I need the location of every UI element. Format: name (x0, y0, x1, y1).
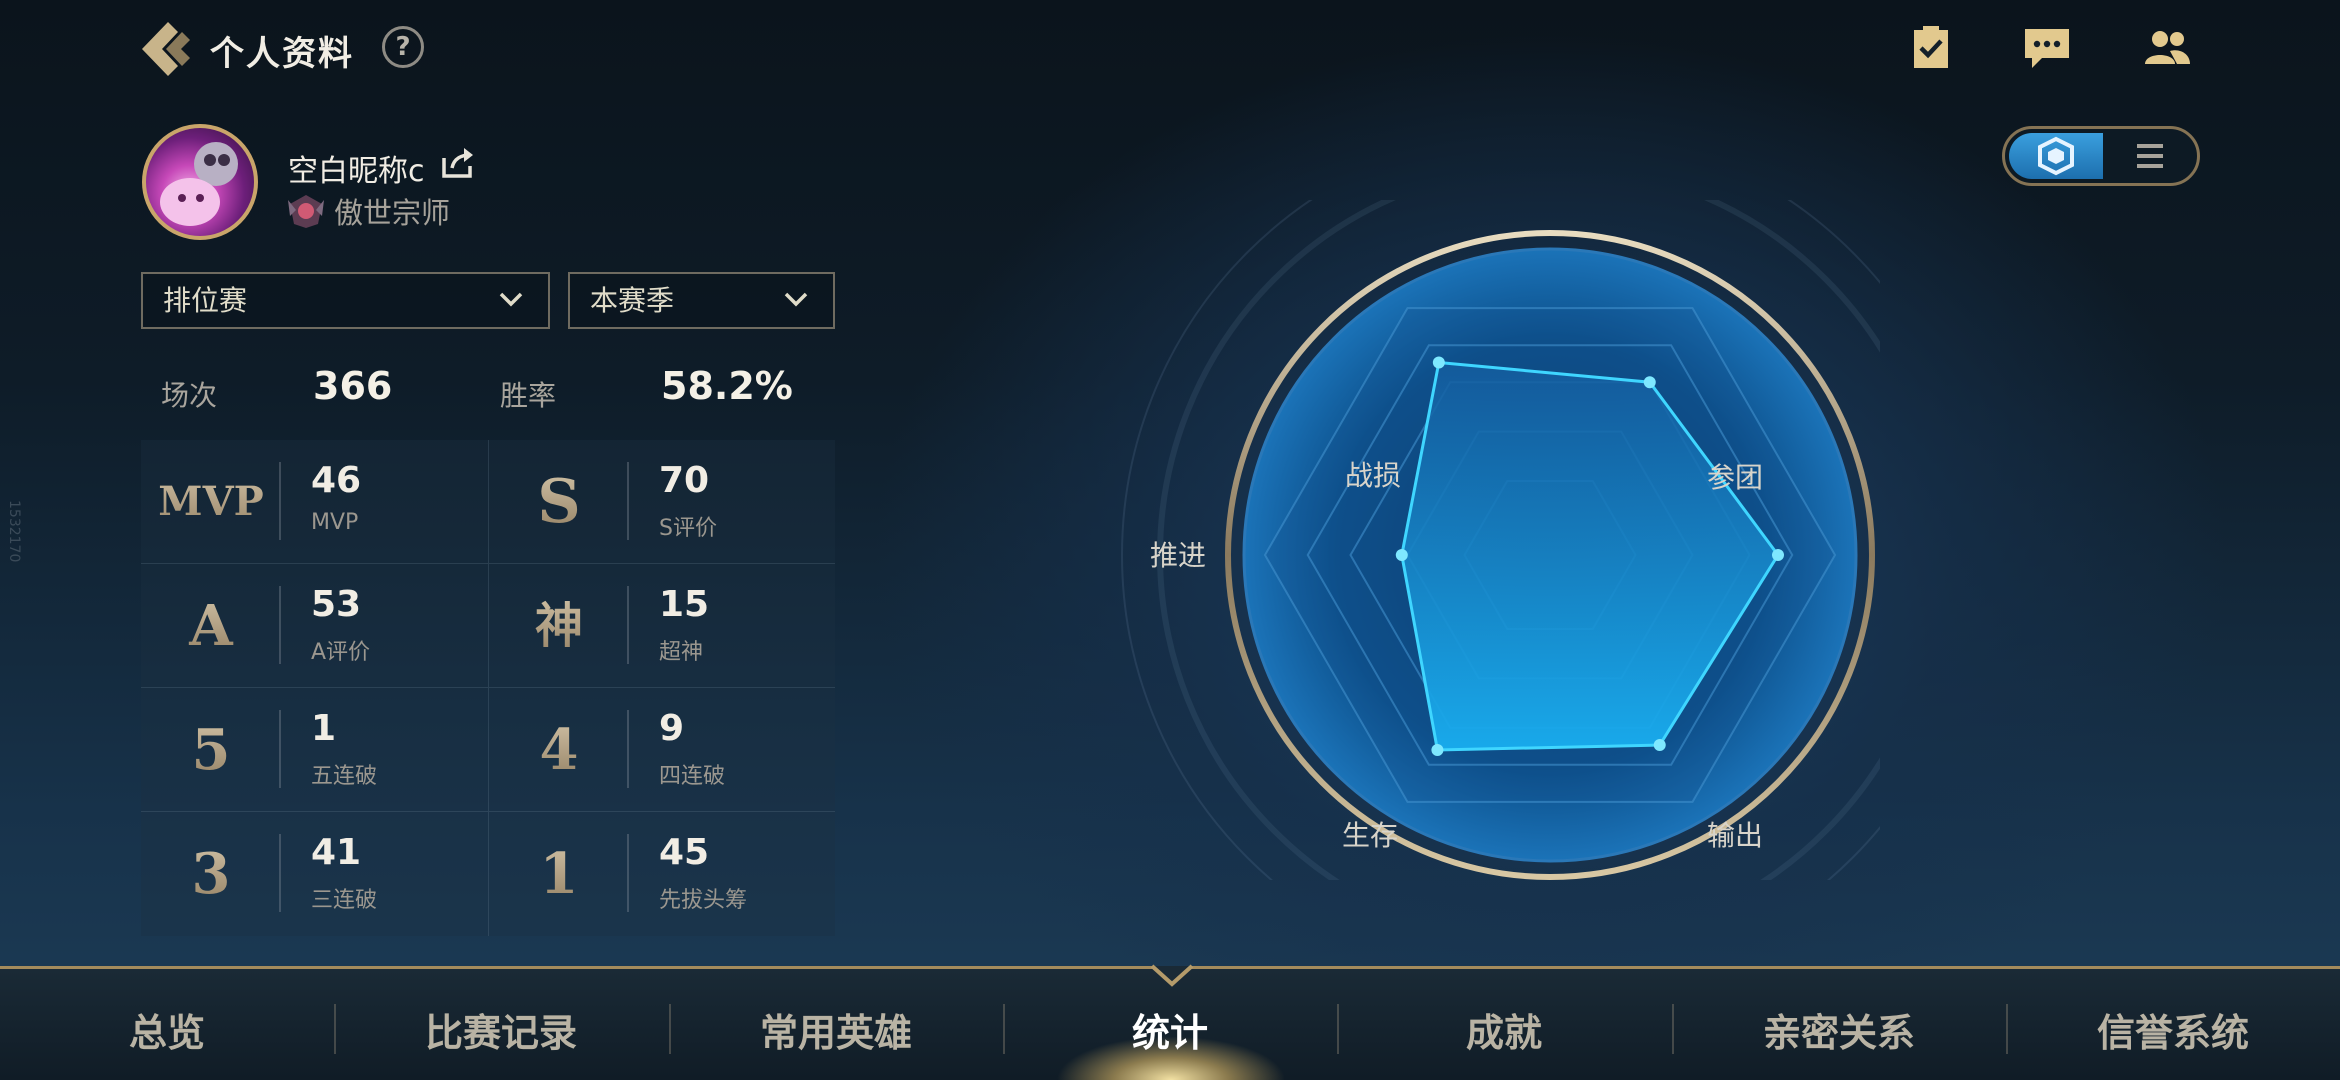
stat-cell-quadra-kill: 4 9 四连破 (488, 688, 835, 812)
stat-label: S评价 (659, 516, 717, 541)
stat-badge: MVP (141, 462, 281, 542)
radar-axis-label: 战损 (1345, 459, 1401, 492)
radar-axis-label: 参团 (1707, 461, 1763, 494)
winrate-value: 58.2% (661, 364, 793, 408)
nav-tab[interactable]: 统计 (1003, 1002, 1337, 1058)
nickname: 空白昵称c (288, 154, 425, 189)
rank-name: 傲世宗师 (334, 196, 451, 230)
share-icon[interactable] (440, 146, 476, 180)
stat-cell-first-blood: 1 45 先拔头筹 (488, 812, 835, 936)
radar-axis-label: 生存 (1342, 819, 1398, 852)
stat-label: 四连破 (659, 764, 726, 789)
stat-divider (279, 834, 281, 912)
stat-divider (279, 710, 281, 788)
stat-label: MVP (311, 510, 359, 535)
stat-value: 53 (311, 584, 362, 625)
stats-grid: MVP 46 MVP S 70 S评价 A 53 A评价 神 15 超神 5 1… (141, 440, 835, 936)
stat-label: 三连破 (311, 888, 378, 913)
stat-divider (279, 462, 281, 540)
chevron-down-icon (784, 292, 808, 307)
stat-value: 41 (311, 832, 362, 873)
view-toggle (2002, 126, 2200, 186)
nav-separator (1672, 1004, 1674, 1054)
radar-point (1772, 549, 1784, 561)
radar-view-button[interactable] (2009, 133, 2103, 179)
nav-tab[interactable]: 信誉系统 (2006, 1002, 2340, 1058)
matches-label: 场次 (161, 379, 218, 412)
stat-value: 15 (659, 584, 710, 625)
stat-value: 70 (659, 460, 710, 501)
nav-tab[interactable]: 成就 (1337, 1002, 1671, 1058)
back-arrow-icon (142, 22, 190, 76)
stat-value: 45 (659, 832, 710, 873)
nav-separator (1337, 1004, 1339, 1054)
chat-icon[interactable] (2022, 24, 2072, 72)
mode-select-value: 排位赛 (163, 284, 248, 317)
list-icon (2137, 144, 2163, 168)
stat-cell-penta-kill: 5 1 五连破 (141, 688, 488, 812)
friends-icon[interactable] (2140, 24, 2190, 72)
radar-point (1653, 739, 1666, 752)
radar-chart: 战损参团发育输出生存推进 (1120, 126, 1979, 984)
stat-label: 超神 (659, 640, 704, 665)
season-select-value: 本赛季 (590, 284, 675, 317)
stat-label: 五连破 (311, 764, 378, 789)
stat-badge: 神 (489, 586, 629, 666)
stat-badge: S (489, 462, 629, 542)
nav-separator (334, 1004, 336, 1054)
radar-point (1643, 376, 1656, 389)
hero-portrait-image (160, 142, 238, 226)
chevron-down-icon (499, 292, 523, 307)
nav-separator (2006, 1004, 2008, 1054)
active-tab-marker-icon (1148, 962, 1196, 988)
stat-value: 46 (311, 460, 362, 501)
stat-divider (279, 586, 281, 664)
stat-value: 1 (311, 708, 337, 749)
radar-point (1395, 549, 1408, 561)
rank-emblem-icon (286, 192, 326, 230)
stat-value: 9 (659, 708, 685, 749)
stat-cell-a-rating: A 53 A评价 (141, 564, 488, 688)
nav-separator (1003, 1004, 1005, 1054)
nav-tab[interactable]: 总览 (0, 1002, 334, 1058)
stat-cell-mvp: MVP 46 MVP (141, 440, 488, 564)
stat-badge: 5 (141, 710, 281, 790)
list-view-button[interactable] (2105, 133, 2195, 179)
stat-badge: A (141, 586, 281, 666)
stat-label: A评价 (311, 640, 371, 665)
stat-cell-legendary: 神 15 超神 (488, 564, 835, 688)
help-button[interactable]: ? (382, 26, 424, 68)
radar-point (1432, 356, 1445, 369)
avatar[interactable] (142, 124, 258, 240)
side-id-text: 1532170 (6, 500, 22, 563)
nav-tab[interactable]: 亲密关系 (1672, 1002, 2006, 1058)
radar-axis-label: 输出 (1707, 819, 1763, 852)
stat-divider (627, 834, 629, 912)
stat-label: 先拔头筹 (659, 888, 748, 913)
stat-cell-triple-kill: 3 41 三连破 (141, 812, 488, 936)
nav-tab[interactable]: 比赛记录 (334, 1002, 668, 1058)
winrate-label: 胜率 (500, 379, 557, 412)
season-select[interactable]: 本赛季 (568, 272, 835, 329)
nav-tab[interactable]: 常用英雄 (669, 1002, 1003, 1058)
stat-cell-s-rating: S 70 S评价 (488, 440, 835, 564)
page-title: 个人资料 (210, 34, 354, 74)
back-button[interactable] (138, 18, 196, 80)
stat-divider (627, 710, 629, 788)
stat-badge: 1 (489, 834, 629, 914)
mode-select[interactable]: 排位赛 (141, 272, 550, 329)
radar-axis-label: 推进 (1150, 539, 1206, 572)
radar-chart-svg: 战损参团发育输出生存推进 (1121, 126, 1979, 984)
matches-value: 366 (313, 364, 393, 408)
stat-badge: 3 (141, 834, 281, 914)
stat-divider (627, 462, 629, 540)
task-checklist-icon[interactable] (1906, 24, 1956, 72)
stat-divider (627, 586, 629, 664)
nav-separator (669, 1004, 671, 1054)
stat-badge: 4 (489, 710, 629, 790)
radar-point (1431, 743, 1444, 756)
hexagon-icon (2038, 136, 2074, 176)
